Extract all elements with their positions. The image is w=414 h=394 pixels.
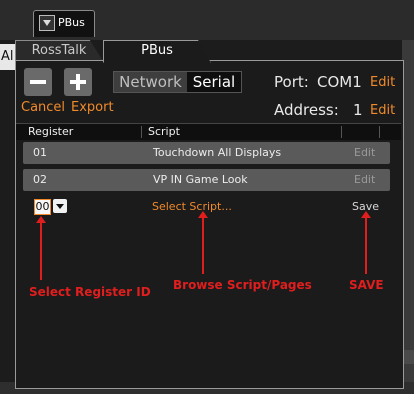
address-value: 1 — [353, 101, 363, 119]
annotation-arrow-script — [198, 211, 208, 274]
annotation-save: SAVE — [349, 278, 384, 292]
row-edit-button[interactable]: Edit — [354, 146, 375, 159]
add-button[interactable] — [64, 68, 92, 96]
row-register: 02 — [33, 173, 47, 186]
table-row[interactable]: 01 Touchdown All Displays Edit — [23, 142, 390, 164]
header-register: Register — [28, 125, 74, 138]
column-divider[interactable] — [341, 126, 342, 138]
annotation-arrow-save — [361, 211, 371, 274]
tab-pbus[interactable]: PBus — [103, 40, 211, 63]
tab-rosstalk[interactable]: RossTalk — [15, 40, 103, 61]
annotation-register: Select Register ID — [29, 285, 151, 299]
register-dropdown-icon[interactable] — [53, 199, 67, 213]
address-label: Address: — [274, 101, 339, 119]
select-script-link[interactable]: Select Script... — [152, 200, 232, 213]
dropdown-icon[interactable] — [39, 15, 55, 31]
mode-network[interactable]: Network — [114, 72, 187, 92]
row-register: 01 — [33, 146, 47, 159]
port-label: Port: — [274, 73, 309, 91]
register-id-input[interactable]: 00 — [34, 199, 51, 215]
export-link[interactable]: Export — [71, 100, 114, 115]
row-script: VP IN Game Look — [153, 173, 248, 186]
row-edit-button[interactable]: Edit — [354, 173, 375, 186]
top-tab-label: PBus — [58, 16, 85, 29]
row-script: Touchdown All Displays — [153, 146, 282, 159]
port-edit-link[interactable]: Edit — [370, 75, 395, 90]
annotation-arrow-register — [36, 216, 46, 280]
connection-mode-toggle[interactable]: Network Serial — [113, 71, 242, 93]
minus-icon — [30, 80, 46, 84]
address-edit-link[interactable]: Edit — [370, 103, 395, 118]
cancel-link[interactable]: Cancel — [21, 100, 65, 115]
remove-button[interactable] — [24, 68, 52, 96]
table-header: Register Script — [16, 123, 401, 140]
background-window-fragment: Al — [0, 44, 15, 70]
table-row[interactable]: 02 VP IN Game Look Edit — [23, 169, 390, 191]
port-value: COM1 — [317, 73, 362, 91]
mode-serial[interactable]: Serial — [187, 72, 241, 92]
column-divider[interactable] — [379, 126, 380, 138]
header-script: Script — [148, 125, 180, 138]
column-divider[interactable] — [141, 126, 142, 138]
annotation-script: Browse Script/Pages — [173, 278, 312, 292]
title-bar: PBus — [0, 0, 414, 40]
pbus-top-tab[interactable]: PBus — [33, 10, 95, 37]
